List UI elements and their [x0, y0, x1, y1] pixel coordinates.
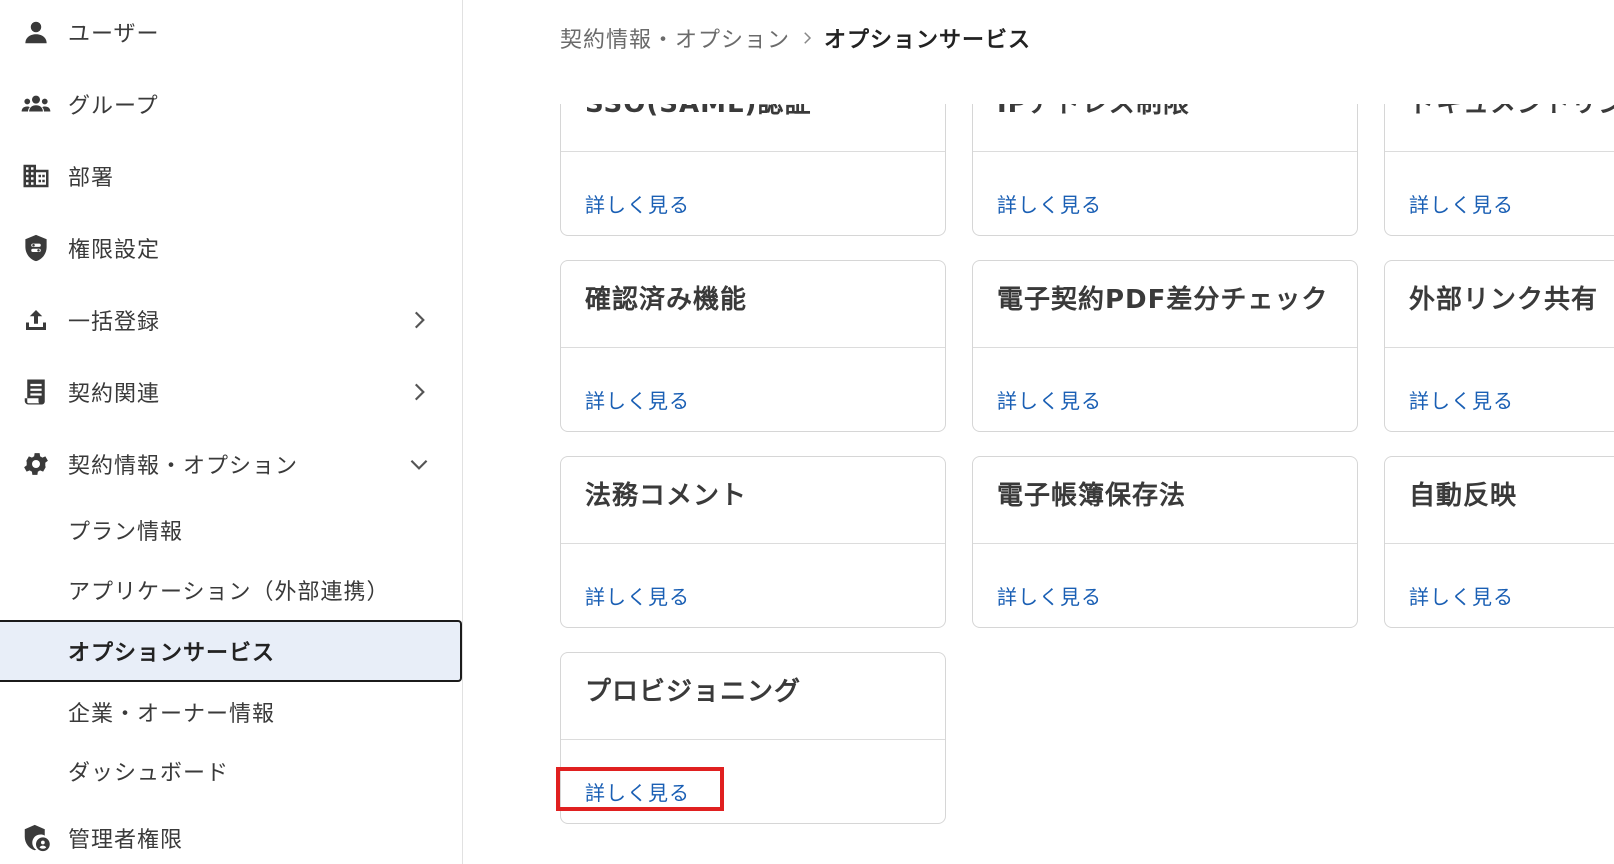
- sidebar-item-admin[interactable]: 管理者権限: [0, 808, 462, 864]
- option-card-title: 自動反映: [1409, 481, 1518, 511]
- chevron-right-icon: [790, 28, 824, 48]
- sidebar-subitem-label: プラン情報: [68, 520, 184, 545]
- sidebar-subitem-company-owner[interactable]: 企業・オーナー情報: [0, 684, 462, 740]
- sidebar-subitem-label: 企業・オーナー情報: [68, 702, 276, 727]
- person-icon: [20, 16, 52, 48]
- option-card: SSO(SAML)認証 詳しく見る: [560, 104, 946, 236]
- sidebar-item-label: 管理者権限: [68, 828, 184, 853]
- details-link[interactable]: 詳しく見る: [1409, 189, 1514, 218]
- sidebar-subitem-dashboard[interactable]: ダッシュボード: [0, 743, 462, 799]
- card-divider: [973, 347, 1357, 348]
- details-link[interactable]: 詳しく見る: [585, 189, 690, 218]
- upload-icon: [20, 304, 52, 336]
- details-link[interactable]: 詳しく見る: [1409, 385, 1514, 414]
- card-divider: [973, 151, 1357, 152]
- sidebar-item-bulk-register[interactable]: 一括登録: [0, 290, 462, 350]
- details-link[interactable]: 詳しく見る: [997, 581, 1102, 610]
- sidebar: ユーザー グループ 部署 権限設定 一括登録 契約関連 契約情報・オプション プ…: [0, 0, 463, 864]
- option-card-title: 確認済み機能: [585, 285, 748, 315]
- sidebar-subitem-label: アプリケーション（外部連携）: [68, 580, 390, 605]
- sidebar-item-users[interactable]: ユーザー: [0, 2, 462, 62]
- building-icon: [20, 160, 52, 192]
- sidebar-item-contract-info[interactable]: 契約情報・オプション: [0, 434, 462, 494]
- details-link[interactable]: 詳しく見る: [997, 189, 1102, 218]
- option-card-title: 電子帳簿保存法: [997, 481, 1187, 511]
- sidebar-item-label: 権限設定: [68, 238, 161, 263]
- details-link[interactable]: 詳しく見る: [585, 777, 690, 806]
- card-divider: [973, 543, 1357, 544]
- option-card-title: 電子契約PDF差分チェック: [997, 285, 1329, 315]
- sidebar-item-contracts[interactable]: 契約関連: [0, 362, 462, 422]
- details-link[interactable]: 詳しく見る: [585, 385, 690, 414]
- option-card: ドキュメントリンク 詳しく見る: [1384, 104, 1614, 236]
- sidebar-item-permissions[interactable]: 権限設定: [0, 218, 462, 278]
- breadcrumb: 契約情報・オプション オプションサービス: [560, 22, 1031, 54]
- card-divider: [561, 347, 945, 348]
- sidebar-item-label: ユーザー: [68, 22, 160, 47]
- sidebar-subitem-label: オプションサービス: [68, 641, 276, 666]
- card-divider: [1385, 347, 1614, 348]
- card-divider: [561, 151, 945, 152]
- sidebar-item-groups[interactable]: グループ: [0, 74, 462, 134]
- sidebar-item-label: 部署: [68, 166, 115, 191]
- sidebar-item-label: グループ: [68, 94, 159, 119]
- gear-icon: [20, 448, 52, 480]
- sidebar-subitem-applications[interactable]: アプリケーション（外部連携）: [0, 562, 462, 618]
- sidebar-item-label: 一括登録: [68, 310, 161, 335]
- sidebar-subitem-option-services[interactable]: オプションサービス: [0, 620, 462, 682]
- admin-shield-icon: [20, 822, 52, 854]
- sidebar-subitem-label: ダッシュボード: [68, 761, 230, 786]
- breadcrumb-parent-link[interactable]: 契約情報・オプション: [560, 22, 790, 54]
- chevron-right-icon: [414, 383, 425, 401]
- option-card-title: IPアドレス制限: [997, 104, 1190, 119]
- option-card: 確認済み機能 詳しく見る: [560, 260, 946, 432]
- card-divider: [1385, 543, 1614, 544]
- details-link[interactable]: 詳しく見る: [585, 581, 690, 610]
- sidebar-item-label: 契約関連: [68, 382, 161, 407]
- chevron-down-icon: [410, 459, 428, 470]
- option-services-grid: SSO(SAML)認証 詳しく見る IPアドレス制限 詳しく見る ドキュメントリ…: [462, 104, 1614, 864]
- option-card-title: SSO(SAML)認証: [585, 104, 812, 119]
- card-divider: [561, 543, 945, 544]
- card-divider: [561, 739, 945, 740]
- breadcrumb-current: オプションサービス: [824, 28, 1032, 53]
- option-card: 電子帳簿保存法 詳しく見る: [972, 456, 1358, 628]
- details-link[interactable]: 詳しく見る: [1409, 581, 1514, 610]
- shield-icon: [20, 232, 52, 264]
- option-card: プロビジョニング 詳しく見る: [560, 652, 946, 824]
- option-card-title: 法務コメント: [585, 481, 748, 511]
- option-card: 外部リンク共有 詳しく見る: [1384, 260, 1614, 432]
- details-link[interactable]: 詳しく見る: [997, 385, 1102, 414]
- option-card: IPアドレス制限 詳しく見る: [972, 104, 1358, 236]
- group-icon: [20, 88, 52, 120]
- option-card-title: 外部リンク共有: [1409, 285, 1599, 315]
- sidebar-item-departments[interactable]: 部署: [0, 146, 462, 206]
- option-card-title: ドキュメントリンク: [1409, 104, 1614, 119]
- card-divider: [1385, 151, 1614, 152]
- sidebar-subitem-plan[interactable]: プラン情報: [0, 502, 462, 558]
- option-card: 自動反映 詳しく見る: [1384, 456, 1614, 628]
- option-card-title: プロビジョニング: [585, 677, 802, 707]
- chevron-right-icon: [414, 311, 425, 329]
- option-card: 電子契約PDF差分チェック 詳しく見る: [972, 260, 1358, 432]
- option-card: 法務コメント 詳しく見る: [560, 456, 946, 628]
- sidebar-item-label: 契約情報・オプション: [68, 454, 299, 479]
- document-icon: [20, 376, 52, 408]
